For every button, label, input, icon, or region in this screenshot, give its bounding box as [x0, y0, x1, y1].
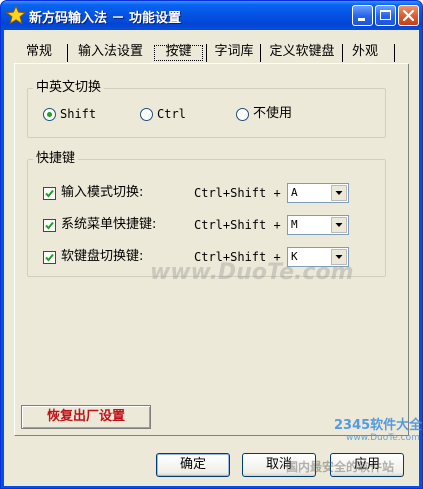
close-icon [402, 9, 415, 22]
checkbox-soft-keyboard[interactable] [43, 251, 56, 264]
tab-divider [342, 44, 343, 62]
tab-soft-keyboard[interactable]: 定义软键盘 [262, 43, 342, 63]
tab-divider [67, 44, 68, 62]
tab-divider [260, 44, 261, 62]
tab-divider [394, 44, 395, 62]
soft-keyboard-combo: Ctrl+Shift + [194, 250, 281, 264]
soft-keyboard-key-select[interactable]: K [287, 247, 349, 267]
cancel-button[interactable]: 取消 [242, 453, 316, 477]
dropdown-button[interactable] [331, 185, 347, 201]
radio-ctrl-label: Ctrl [157, 107, 186, 121]
soft-keyboard-key-value: K [291, 250, 298, 263]
system-menu-key-select[interactable]: M [287, 215, 349, 235]
window-title: 新方码输入法 － 功能设置 [29, 11, 182, 26]
radio-selected-dot [47, 112, 52, 117]
input-mode-key-select[interactable]: A [287, 183, 349, 203]
apply-button[interactable]: 应用 [330, 453, 404, 477]
input-mode-key-value: A [291, 186, 298, 199]
lang-switch-group: 中英文切换 Shift Ctrl 不使用 [27, 80, 386, 138]
radio-none[interactable] [236, 108, 249, 121]
tab-dictionary[interactable]: 字词库 [209, 43, 259, 63]
radio-shift-label: Shift [60, 107, 97, 121]
dialog-window: 新方码输入法 － 功能设置 常规 输入法设置 按键 字词库 定义软键盘 外观 中… [0, 0, 423, 489]
system-menu-key-value: M [291, 218, 298, 231]
maximize-button[interactable] [375, 5, 396, 26]
radio-ctrl[interactable] [140, 108, 153, 121]
radio-none-label: 不使用 [253, 106, 293, 121]
maximize-icon [380, 10, 391, 20]
checkbox-input-mode[interactable] [43, 187, 56, 200]
star-app-icon [6, 5, 26, 25]
keys-tab-panel: 中英文切换 Shift Ctrl 不使用 快捷键 输入模式切换: Ctrl+Sh… [14, 64, 409, 436]
title-bar[interactable]: 新方码输入法 － 功能设置 [1, 1, 422, 30]
checkbox-system-menu[interactable] [43, 219, 56, 232]
lang-switch-title: 中英文切换 [33, 80, 105, 96]
hotkeys-title: 快捷键 [33, 151, 79, 167]
input-mode-label: 输入模式切换: [61, 185, 144, 200]
reset-defaults-button[interactable]: 恢复出厂设置 [21, 405, 151, 429]
system-menu-combo: Ctrl+Shift + [194, 218, 281, 232]
soft-keyboard-label: 软键盘切换键: [61, 249, 144, 264]
chevron-down-icon [335, 223, 343, 227]
minimize-button[interactable] [352, 5, 373, 26]
checkmark-icon [45, 253, 54, 262]
checkmark-icon [45, 221, 54, 230]
checkmark-icon [45, 189, 54, 198]
system-menu-label: 系统菜单快捷键: [61, 217, 157, 232]
tab-divider [206, 44, 207, 62]
radio-shift[interactable] [43, 108, 56, 121]
tab-keys[interactable]: 按键 [152, 43, 205, 63]
dropdown-button[interactable] [331, 249, 347, 265]
minimize-icon [358, 18, 365, 21]
ok-button[interactable]: 确定 [156, 453, 230, 477]
tab-appearance[interactable]: 外观 [344, 43, 386, 63]
chevron-down-icon [335, 191, 343, 195]
dropdown-button[interactable] [331, 217, 347, 233]
chevron-down-icon [335, 255, 343, 259]
dialog-body: 常规 输入法设置 按键 字词库 定义软键盘 外观 中英文切换 Shift Ctr… [4, 30, 422, 486]
hotkeys-group: 快捷键 输入模式切换: Ctrl+Shift + A 系统菜单快捷键: Ctrl… [27, 151, 386, 277]
tab-general[interactable]: 常规 [18, 43, 60, 63]
close-button[interactable] [398, 5, 419, 26]
tab-ime-settings[interactable]: 输入法设置 [71, 43, 150, 63]
input-mode-combo: Ctrl+Shift + [194, 186, 281, 200]
